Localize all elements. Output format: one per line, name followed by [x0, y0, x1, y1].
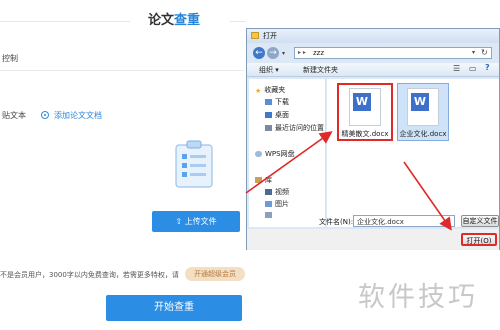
- arrow-file-to-open: [403, 161, 452, 231]
- watermark: 软件技巧: [358, 282, 478, 313]
- arrow-upload-to-file: [245, 131, 333, 194]
